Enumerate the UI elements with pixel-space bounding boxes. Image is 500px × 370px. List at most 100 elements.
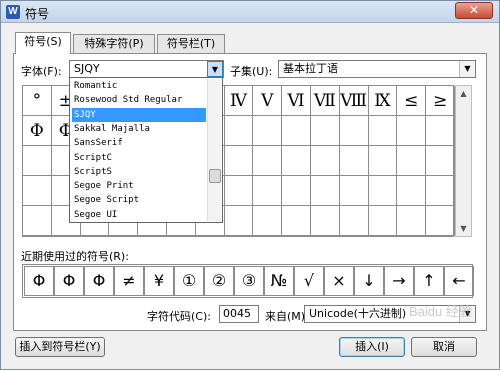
symbol-cell[interactable]: Ⅵ: [282, 86, 311, 116]
symbol-cell[interactable]: ≥: [426, 86, 455, 116]
insert-to-symbol-bar-button[interactable]: 插入到符号栏(Y): [15, 337, 105, 357]
baidu-watermark: Baidu 经验: [409, 304, 472, 319]
symbol-cell[interactable]: [23, 206, 52, 236]
recent-symbol-cell[interactable]: ↓: [354, 266, 384, 296]
font-dropdown-list: Romantic Rosewood Std Regular SJQY Sakkal M…: [69, 77, 223, 223]
font-dropdown-scrollbar[interactable]: [207, 79, 221, 221]
symbol-cell[interactable]: [282, 146, 311, 176]
symbol-cell[interactable]: [426, 206, 455, 236]
symbol-cell[interactable]: [397, 206, 427, 236]
symbol-cell[interactable]: [339, 146, 369, 176]
symbol-cell[interactable]: [224, 116, 254, 146]
symbol-cell[interactable]: [368, 116, 398, 146]
recent-symbol-cell[interactable]: ×: [324, 266, 354, 296]
symbol-cell[interactable]: [368, 176, 398, 206]
symbol-grid-scrollbar[interactable]: ▲ ▼: [455, 85, 472, 237]
symbol-cell[interactable]: [311, 206, 340, 236]
chevron-down-icon[interactable]: ▼: [207, 61, 223, 77]
font-list-item[interactable]: Sakkal Majalla: [72, 122, 206, 136]
symbol-dialog: W 符号 ✕ 符号(S) 特殊字符(P) 符号栏(T) 字体(F): SJQY …: [0, 0, 500, 370]
symbol-cell[interactable]: [282, 176, 311, 206]
symbol-cell[interactable]: Ⅷ: [339, 86, 369, 116]
recent-symbols-label: 近期使用过的符号(R):: [21, 250, 129, 263]
recent-symbol-cell[interactable]: ↑: [414, 266, 444, 296]
tab-special-characters[interactable]: 特殊字符(P): [73, 34, 155, 53]
symbol-cell[interactable]: Ⅶ: [311, 86, 340, 116]
subset-select[interactable]: 基本拉丁语 ▼: [278, 60, 476, 78]
font-list-item[interactable]: ScriptS: [72, 165, 206, 179]
font-select-value: SJQY: [74, 62, 100, 75]
symbol-cell[interactable]: [368, 146, 398, 176]
symbol-cell[interactable]: [224, 176, 254, 206]
symbol-cell[interactable]: ≤: [397, 86, 427, 116]
encoding-select-value: Unicode(十六进制): [309, 307, 407, 320]
font-list-item[interactable]: SansSerif: [72, 136, 206, 150]
symbol-cell[interactable]: [368, 206, 398, 236]
recent-symbol-cell[interactable]: Φ: [54, 266, 84, 296]
scroll-down-icon[interactable]: ▼: [456, 221, 471, 236]
symbol-cell[interactable]: [253, 116, 283, 146]
recent-symbols-row: Φ Φ Φ ≠ ¥ ① ② ③ № √ × ↓ → ↑ ←: [22, 264, 474, 298]
symbol-cell[interactable]: Ⅸ: [368, 86, 398, 116]
recent-symbol-cell[interactable]: №: [264, 266, 294, 296]
symbol-cell[interactable]: [426, 116, 455, 146]
symbol-cell[interactable]: [339, 176, 369, 206]
symbol-cell[interactable]: [339, 206, 369, 236]
font-select[interactable]: SJQY ▼: [69, 60, 224, 78]
recent-symbol-cell[interactable]: ②: [204, 266, 234, 296]
close-button[interactable]: ✕: [455, 2, 493, 19]
font-list-item[interactable]: Romantic: [72, 79, 206, 93]
recent-symbol-cell[interactable]: ①: [174, 266, 204, 296]
font-label: 字体(F):: [21, 65, 62, 78]
char-code-input[interactable]: 0045: [219, 305, 259, 323]
symbol-cell[interactable]: [397, 176, 427, 206]
char-code-label: 字符代码(C):: [147, 310, 211, 323]
symbol-cell[interactable]: Ⅴ: [253, 86, 283, 116]
recent-symbol-cell[interactable]: →: [384, 266, 414, 296]
font-list-item[interactable]: Segoe Script: [72, 193, 206, 207]
symbol-cell[interactable]: Φ: [23, 116, 52, 146]
recent-symbol-cell[interactable]: ←: [444, 266, 474, 296]
insert-button[interactable]: 插入(I): [339, 337, 405, 357]
tab-symbols[interactable]: 符号(S): [15, 32, 71, 54]
symbol-cell[interactable]: [397, 146, 427, 176]
title-bar[interactable]: W 符号 ✕: [1, 1, 499, 23]
symbol-cell[interactable]: [23, 146, 52, 176]
symbol-cell[interactable]: [253, 176, 283, 206]
symbol-cell[interactable]: °: [23, 86, 52, 116]
symbol-cell[interactable]: [426, 146, 455, 176]
symbol-cell[interactable]: [224, 146, 254, 176]
scroll-thumb[interactable]: [209, 169, 221, 183]
symbol-cell[interactable]: [224, 206, 254, 236]
recent-symbol-cell[interactable]: ③: [234, 266, 264, 296]
symbol-cell[interactable]: Ⅳ: [224, 86, 254, 116]
symbol-cell[interactable]: [339, 116, 369, 146]
font-list-item[interactable]: Segoe Print: [72, 179, 206, 193]
subset-select-value: 基本拉丁语: [283, 62, 338, 75]
recent-symbol-cell[interactable]: ≠: [114, 266, 144, 296]
symbol-cell[interactable]: [311, 146, 340, 176]
subset-label: 子集(U):: [230, 65, 273, 78]
cancel-button[interactable]: 取消: [411, 337, 477, 357]
symbol-cell[interactable]: [426, 176, 455, 206]
symbol-cell[interactable]: [397, 116, 427, 146]
recent-symbol-cell[interactable]: ¥: [144, 266, 174, 296]
symbol-cell[interactable]: [253, 206, 283, 236]
font-list-item[interactable]: SJQY: [72, 107, 206, 122]
symbol-cell[interactable]: [23, 176, 52, 206]
chevron-down-icon[interactable]: ▼: [459, 61, 475, 77]
symbol-cell[interactable]: [282, 116, 311, 146]
symbol-cell[interactable]: [311, 116, 340, 146]
font-list-item[interactable]: Rosewood Std Regular: [72, 93, 206, 107]
font-list-item[interactable]: Segoe UI: [72, 208, 206, 222]
recent-symbol-cell[interactable]: √: [294, 266, 324, 296]
symbol-cell[interactable]: [282, 206, 311, 236]
symbol-cell[interactable]: [311, 176, 340, 206]
recent-symbol-cell[interactable]: Φ: [24, 266, 54, 296]
tab-symbol-bar[interactable]: 符号栏(T): [157, 34, 225, 53]
scroll-up-icon[interactable]: ▲: [456, 86, 471, 101]
font-list-item[interactable]: ScriptC: [72, 151, 206, 165]
symbol-cell[interactable]: [253, 146, 283, 176]
wps-app-icon: W: [6, 5, 20, 19]
recent-symbol-cell[interactable]: Φ: [84, 266, 114, 296]
